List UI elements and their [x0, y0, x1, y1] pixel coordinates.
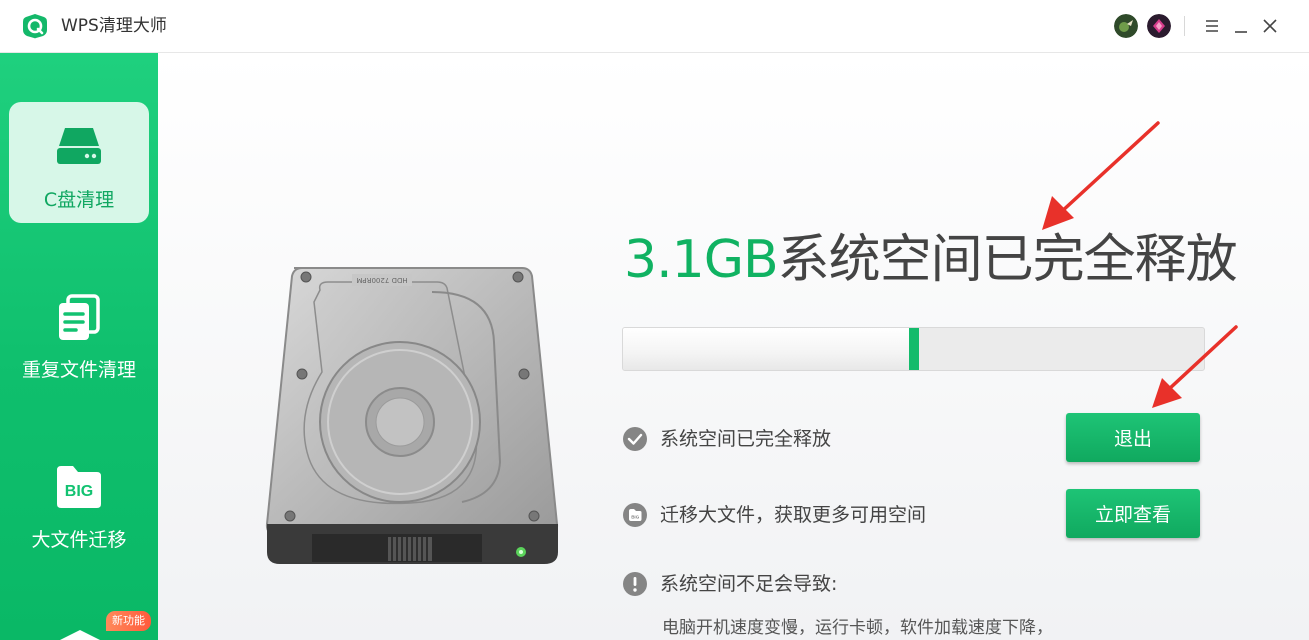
next-item-icon [60, 630, 100, 640]
sidebar-item-label: 大文件迁移 [31, 529, 127, 551]
cleanup-progress-bar [622, 327, 1205, 371]
hdd-label-text: HDD 7200RPM [356, 276, 407, 284]
status-text: 系统空间不足会导致: [660, 573, 838, 595]
sidebar-item-duplicate-cleanup[interactable]: 重复文件清理 [9, 272, 149, 393]
exit-button[interactable]: 退出 [1066, 413, 1200, 462]
app-badge-icon[interactable] [1147, 14, 1171, 38]
headline-text: 系统空间已完全释放 [777, 230, 1238, 290]
sidebar: C盘清理 重复文件清理 BIG 大文件迁移 新功能 [0, 53, 158, 640]
duplicate-files-icon [59, 294, 100, 340]
freed-size: 3.1GB [624, 230, 779, 290]
hdd-connector [388, 537, 432, 561]
title-bar-separator [1184, 16, 1185, 36]
sidebar-item-label: 重复文件清理 [21, 359, 136, 381]
big-file-small-icon: BIG [623, 503, 647, 527]
big-file-icon-text: BIG [65, 483, 93, 500]
sidebar-item-label: C盘清理 [43, 189, 115, 211]
hard-drive-illustration: HDD 7200RPM [265, 267, 559, 564]
minimize-icon[interactable] [1228, 13, 1254, 39]
app-logo-icon [23, 14, 47, 39]
big-file-small-icon-text: BIG [631, 515, 640, 520]
sidebar-item-c-drive-cleanup[interactable]: C盘清理 [9, 102, 149, 223]
sidebar-item-big-file-migration[interactable]: BIG 大文件迁移 [9, 442, 149, 563]
view-now-button[interactable]: 立即查看 [1066, 489, 1200, 538]
big-file-icon: BIG [57, 466, 101, 508]
result-headline: 3.1GB系统空间已完全释放 [624, 228, 1238, 292]
disk-icon [57, 128, 101, 164]
warning-circle-icon [623, 572, 647, 596]
check-circle-icon [623, 427, 647, 451]
menu-icon[interactable] [1199, 13, 1225, 39]
consequence-description: 电脑开机速度变慢，运行卡顿，软件加载速度下降， [662, 618, 1053, 638]
close-icon[interactable] [1257, 13, 1283, 39]
status-text: 系统空间已完全释放 [660, 428, 832, 450]
progress-fill [623, 328, 920, 370]
user-avatar-icon[interactable] [1114, 14, 1138, 38]
title-bar: WPS清理大师 [0, 0, 1309, 53]
app-title: WPS清理大师 [61, 16, 167, 36]
status-text: 迁移大文件，获取更多可用空间 [660, 504, 927, 526]
new-feature-badge: 新功能 [106, 611, 151, 631]
